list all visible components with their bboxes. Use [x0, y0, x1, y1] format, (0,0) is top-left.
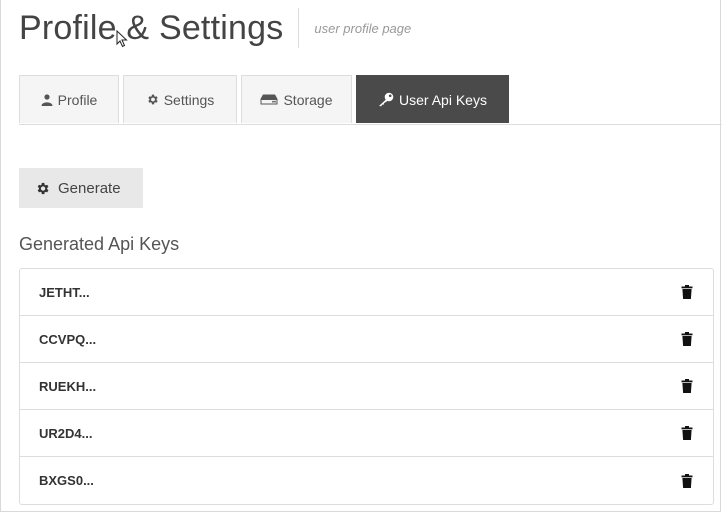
section-title: Generated Api Keys: [19, 234, 180, 254]
list-item: JETHT...: [20, 269, 713, 316]
tab-label: Settings: [163, 91, 215, 108]
tab-label: User Api Keys: [399, 91, 487, 108]
trash-icon[interactable]: [681, 473, 693, 488]
gear-icon: [148, 94, 158, 105]
api-keys-list: JETHT... CCVPQ... RUEKH... UR2D4... BXGS…: [19, 268, 714, 505]
trash-icon[interactable]: [681, 332, 693, 346]
page-header: Profile & Settings user profile page: [19, 8, 411, 48]
trash-icon[interactable]: [681, 426, 693, 440]
api-key-value: BXGS0...: [39, 473, 94, 488]
page-subtitle: user profile page: [314, 20, 412, 36]
api-key-value: JETHT...: [39, 284, 90, 300]
user-icon: [41, 93, 53, 106]
header-divider: [298, 8, 300, 48]
list-item: RUEKH...: [20, 363, 713, 410]
mouse-cursor-icon: [116, 30, 128, 48]
trash-icon[interactable]: [681, 285, 693, 299]
list-item: UR2D4...: [20, 410, 713, 457]
api-key-value: RUEKH...: [39, 378, 97, 394]
generate-button[interactable]: Generate: [19, 168, 143, 208]
tab-profile[interactable]: Profile: [19, 75, 119, 123]
key-icon: [379, 92, 394, 107]
generate-button-label: Generate: [58, 179, 121, 197]
list-item: BXGS0...: [20, 457, 713, 504]
api-key-value: CCVPQ...: [39, 331, 97, 347]
tab-label: Storage: [283, 91, 333, 108]
tab-settings[interactable]: Settings: [123, 75, 237, 123]
page-title: Profile & Settings: [19, 8, 284, 47]
gear-icon: [37, 182, 49, 194]
trash-icon[interactable]: [681, 379, 693, 393]
settings-tabs: Profile Settings Storage User Api Keys: [19, 75, 722, 125]
tab-label: Profile: [57, 91, 98, 108]
api-key-value: UR2D4...: [39, 425, 93, 441]
tab-storage[interactable]: Storage: [241, 75, 352, 123]
list-item: CCVPQ...: [20, 316, 713, 363]
tab-user-api-keys[interactable]: User Api Keys: [356, 75, 509, 123]
hdd-icon: [260, 94, 278, 105]
